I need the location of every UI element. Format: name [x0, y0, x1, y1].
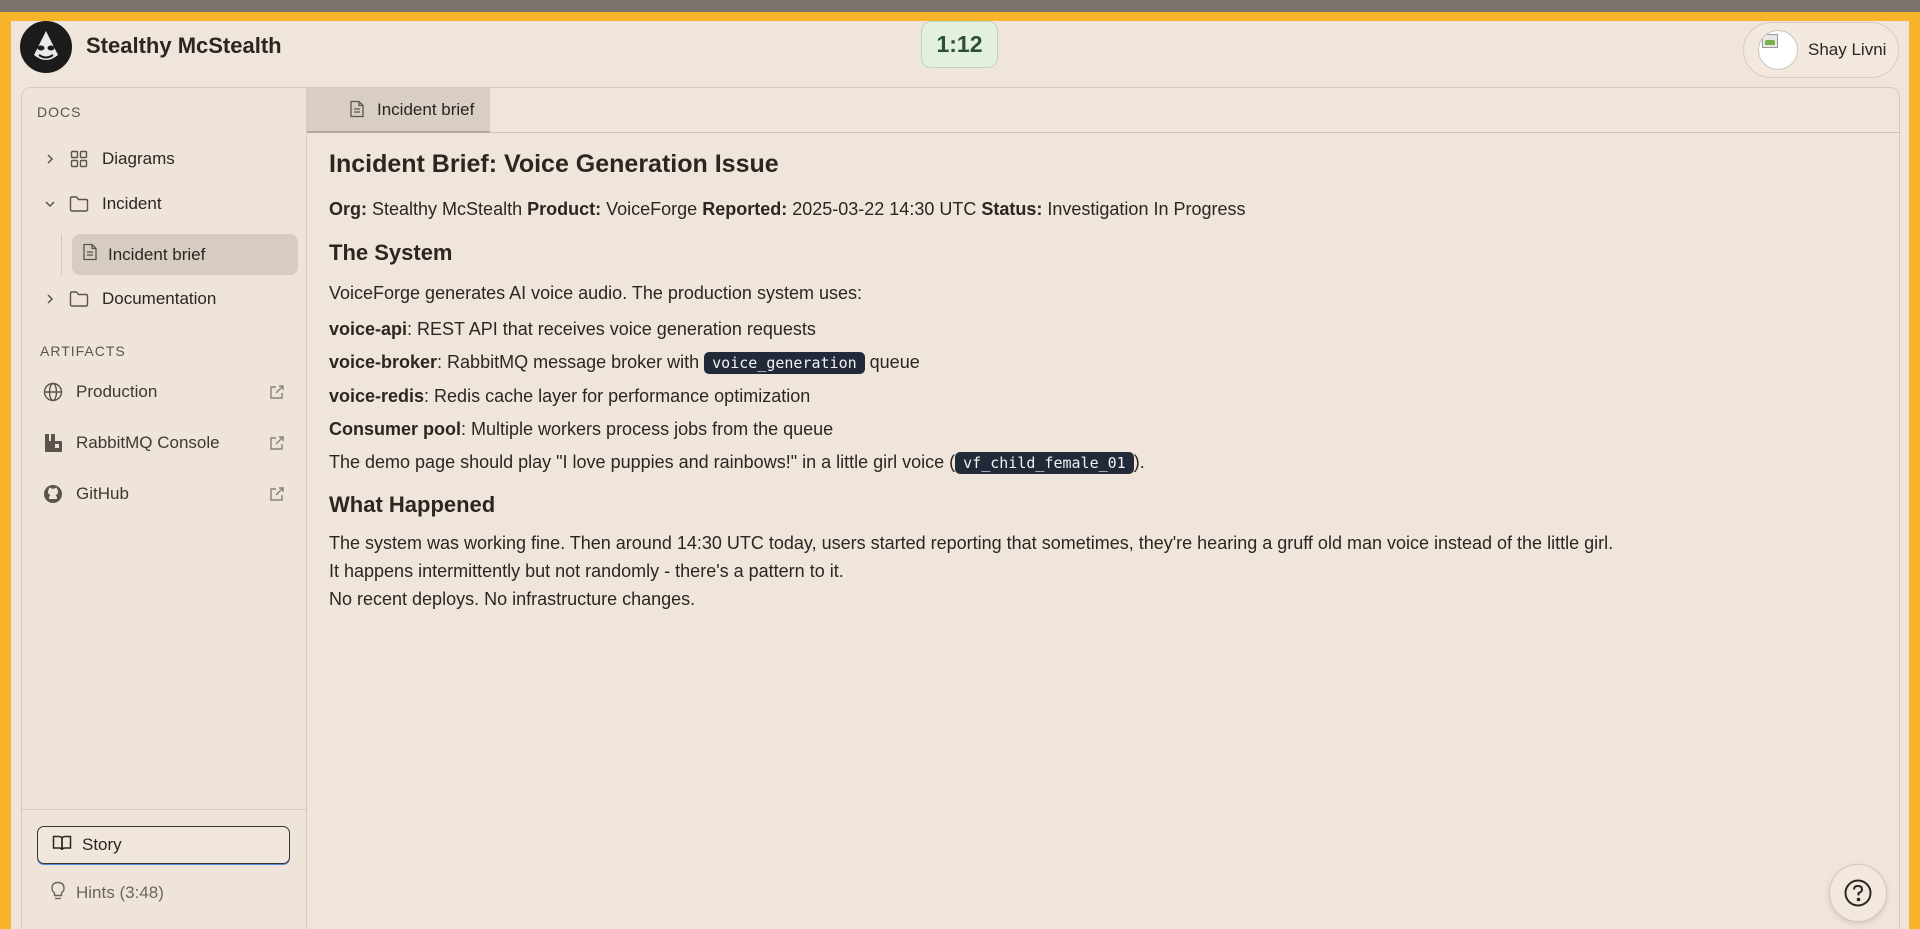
happened-line: No recent deploys. No infrastructure cha… [329, 589, 696, 609]
component-desc: queue [864, 352, 920, 372]
meta-value: 2025-03-22 14:30 UTC [792, 199, 977, 219]
folder-icon [64, 195, 94, 213]
app: Stealthy McStealth 1:12 Shay Livni DOCS … [11, 21, 1909, 929]
user-menu[interactable]: Shay Livni [1743, 22, 1899, 78]
component-name: voice-api [329, 319, 408, 339]
user-name: Shay Livni [1808, 40, 1887, 59]
component-item: Consumer pool: Multiple workers process … [329, 418, 1869, 440]
mask-logo-icon [25, 26, 67, 68]
document-title: Incident Brief: Voice Generation Issue [329, 150, 779, 178]
happened-line: The system was working fine. Then around… [329, 533, 1614, 553]
tab-incident-brief[interactable]: Incident brief [307, 88, 490, 133]
meta-value: Stealthy McStealth [372, 199, 523, 219]
artifacts-section-label: ARTIFACTS [40, 343, 126, 359]
component-item: voice-api: REST API that receives voice … [329, 318, 1869, 340]
section-heading-system: The System [329, 240, 453, 265]
avatar [1758, 30, 1798, 70]
artifact-label: Production [76, 381, 158, 401]
sidebar-divider [22, 809, 306, 810]
inline-code: vf_child_female_01 [955, 452, 1134, 474]
inline-code: voice_generation [704, 352, 865, 374]
incident-meta: Org: Stealthy McStealth Product: VoiceFo… [329, 199, 1869, 220]
file-text-icon [82, 243, 98, 266]
external-link-icon[interactable] [265, 486, 289, 502]
tree-item-label: Diagrams [102, 148, 175, 168]
system-intro: VoiceForge generates AI voice audio. The… [329, 283, 862, 303]
tree-item-incident[interactable]: Incident [32, 183, 297, 224]
hints-button[interactable]: Hints (3:48) [50, 878, 164, 908]
happened-line: It happens intermittently but not random… [329, 561, 844, 581]
demo-text: ). [1133, 452, 1145, 472]
component-name: Consumer pool [329, 419, 462, 439]
rabbitmq-icon [38, 433, 68, 453]
tree-item-label: Incident brief [108, 244, 206, 264]
tree-item-documentation[interactable]: Documentation [32, 278, 297, 319]
section-heading-what-happened: What Happened [329, 492, 496, 517]
meta-key: Reported: [702, 199, 788, 219]
artifact-production[interactable]: Production [32, 371, 297, 412]
artifact-github[interactable]: GitHub [32, 473, 297, 514]
artifact-label: GitHub [76, 483, 129, 503]
question-circle-icon [1844, 879, 1872, 907]
component-name: voice-broker [329, 352, 438, 372]
document-body: Incident Brief: Voice Generation Issue O… [329, 150, 1869, 610]
chevron-right-icon[interactable] [38, 293, 62, 305]
file-text-icon [349, 100, 365, 123]
story-button[interactable]: Story [37, 826, 290, 864]
folder-icon [64, 290, 94, 308]
external-link-icon[interactable] [265, 435, 289, 451]
app-logo[interactable] [20, 21, 72, 73]
component-desc: : RabbitMQ message broker with [437, 352, 705, 372]
docs-section-label: DOCS [37, 104, 82, 120]
meta-value: VoiceForge [606, 199, 698, 219]
app-title: Stealthy McStealth [86, 33, 282, 58]
tab-label: Incident brief [377, 99, 475, 119]
meta-key: Org: [329, 199, 367, 219]
countdown-timer: 1:12 [921, 21, 998, 68]
story-button-label: Story [82, 835, 122, 854]
content-area: Incident brief Incident Brief: Voice Gen… [307, 88, 1899, 929]
demo-text: The demo page should play "I love puppie… [329, 452, 956, 472]
tree-item-incident-brief[interactable]: Incident brief [72, 234, 298, 275]
header: Stealthy McStealth 1:12 Shay Livni [11, 21, 1909, 87]
meta-key: Product: [527, 199, 602, 219]
artifact-label: RabbitMQ Console [76, 432, 220, 452]
sidebar: DOCS Diagrams Incident Incident brief Do… [22, 88, 307, 929]
component-name: voice-redis [329, 386, 425, 406]
tree-item-label: Documentation [102, 288, 217, 308]
component-desc: : REST API that receives voice generatio… [407, 319, 816, 339]
artifact-rabbitmq-console[interactable]: RabbitMQ Console [32, 422, 297, 463]
tree-item-diagrams[interactable]: Diagrams [32, 138, 297, 179]
meta-value: Investigation In Progress [1047, 199, 1246, 219]
book-open-icon [52, 834, 72, 857]
github-icon [38, 484, 68, 504]
lightbulb-icon [50, 881, 66, 906]
chevron-right-icon[interactable] [38, 153, 62, 165]
hints-label: Hints (3:48) [76, 883, 164, 902]
tab-bar: Incident brief [307, 88, 1899, 133]
grid-icon [64, 150, 94, 168]
help-button[interactable] [1829, 864, 1887, 922]
component-item: voice-broker: RabbitMQ message broker wi… [329, 351, 1869, 374]
broken-image-icon [1762, 34, 1778, 48]
tree-item-label: Incident [102, 193, 162, 213]
external-link-icon[interactable] [265, 384, 289, 400]
component-item: voice-redis: Redis cache layer for perfo… [329, 385, 1869, 407]
meta-key: Status: [981, 199, 1043, 219]
component-desc: : Redis cache layer for performance opti… [424, 386, 811, 406]
main-panel: DOCS Diagrams Incident Incident brief Do… [21, 87, 1900, 929]
tree-guide-line [61, 234, 62, 275]
demo-description: The demo page should play "I love puppie… [329, 451, 1869, 474]
chevron-down-icon[interactable] [38, 198, 62, 210]
globe-icon [38, 382, 68, 402]
component-desc: : Multiple workers process jobs from the… [461, 419, 834, 439]
